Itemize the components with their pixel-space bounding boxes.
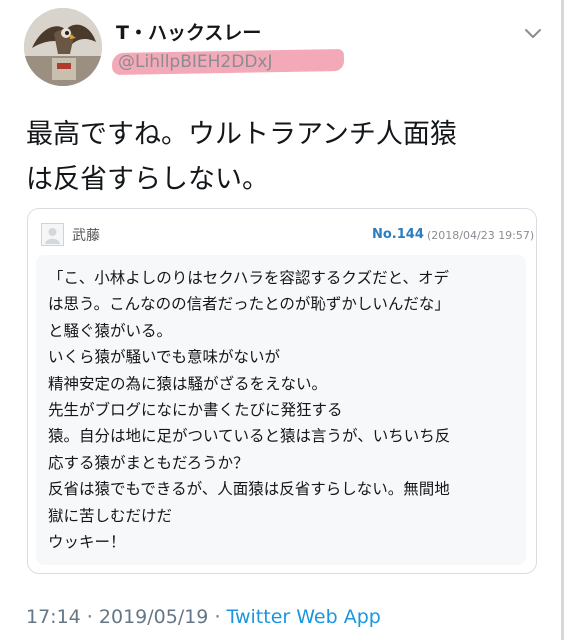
quoted-post-line: 応する猿がまともだろうか？ (48, 453, 249, 472)
quoted-post-text: 「こ、小林よしのりはセクハラを容認するクズだと、オデ は思う。こんなのの信者だっ… (48, 265, 524, 555)
avatar[interactable] (24, 8, 102, 86)
quoted-post-number[interactable]: No.144 (372, 227, 424, 242)
tweet-header: T・ハックスレー @LihllpBIEH2DDxJ (24, 8, 544, 88)
quoted-post-line: ウッキー！ (48, 533, 126, 552)
handle-container: @LihllpBIEH2DDxJ (111, 48, 357, 76)
quoted-post-line: 反省は猿でもできるが、人面猿は反省すらしない。無間地 (48, 480, 450, 499)
user-handle[interactable]: @LihllpBIEH2DDxJ (118, 52, 272, 72)
quoted-post-line: 先生がブログになにか書くたびに発狂する (48, 401, 343, 420)
default-avatar-icon (41, 223, 64, 246)
quoted-post-line: 精神安定の為に猿は騒がざるをえない。 (48, 374, 328, 393)
avatar-image (24, 8, 102, 86)
quoted-post-line: 「こ、小林よしのりはセクハラを容認するクズだと、オデ (48, 269, 449, 287)
tweet-meta: 17:14 · 2019/05/19 · Twitter Web App (26, 606, 381, 628)
quoted-post-line: 獄に苦しむだけだ (48, 506, 173, 525)
chevron-down-icon[interactable] (522, 22, 544, 44)
quoted-post-line: いくら猿が騒いでも意味がないが (48, 348, 281, 367)
tweet-date[interactable]: 2019/05/19 (99, 606, 209, 628)
tweet-time[interactable]: 17:14 (26, 606, 81, 628)
meta-separator: · (80, 606, 99, 628)
tweet-text-line: 最高ですね。ウルトラアンチ人面猿 (26, 119, 457, 150)
quoted-post-line: と騒ぐ猿がいる。 (48, 321, 173, 340)
quoted-post-line: は思う。こんなのの信者だったとのが恥ずかしいんだな」 (48, 295, 450, 314)
quoted-post-card[interactable]: 武藤 No.144 (2018/04/23 19:57) 「こ、小林よしのりはセ… (27, 208, 537, 574)
tweet-text: 最高ですね。ウルトラアンチ人面猿 は反省すらしない。 (26, 112, 542, 202)
quoted-post-header: 武藤 No.144 (2018/04/23 19:57) (28, 209, 536, 253)
tweet-source-app-link[interactable]: Twitter Web App (227, 606, 381, 628)
meta-separator: · (208, 606, 227, 628)
quoted-post-line: 猿。自分は地に足がついていると猿は言うが、いちいち反 (48, 427, 451, 446)
tweet-text-line: は反省すらしない。 (26, 164, 269, 195)
quoted-post-body: 「こ、小林よしのりはセクハラを容認するクズだと、オデ は思う。こんなのの信者だっ… (36, 255, 526, 565)
quoted-post-date: (2018/04/23 19:57) (427, 229, 535, 242)
display-name[interactable]: T・ハックスレー (116, 18, 261, 45)
quoted-post-username: 武藤 (72, 228, 100, 244)
